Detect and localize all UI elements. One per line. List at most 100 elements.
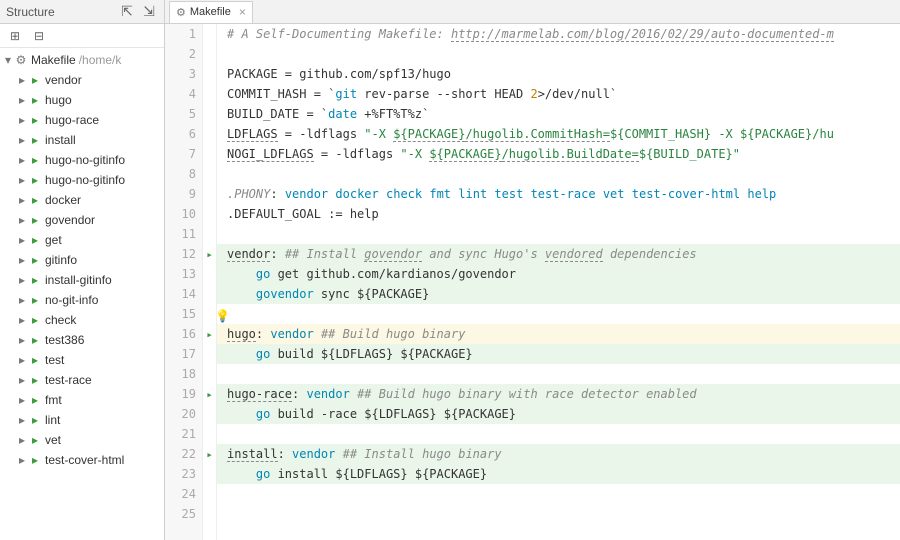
tree-item[interactable]: ▸▸vet bbox=[0, 430, 164, 450]
expand-all-icon[interactable]: ⊞ bbox=[4, 26, 26, 46]
chevron-right-icon[interactable]: ▸ bbox=[16, 253, 28, 267]
line-number: 12 bbox=[165, 244, 202, 264]
code-line[interactable]: 💡 bbox=[217, 304, 900, 324]
settings-icon[interactable]: ⇲ bbox=[140, 3, 158, 21]
code-line[interactable]: hugo-race: vendor ## Build hugo binary w… bbox=[217, 384, 900, 404]
code-line[interactable]: go build ${LDFLAGS} ${PACKAGE} bbox=[217, 344, 900, 364]
code-line[interactable]: install: vendor ## Install hugo binary bbox=[217, 444, 900, 464]
code-line[interactable]: govendor sync ${PACKAGE} bbox=[217, 284, 900, 304]
run-target-icon[interactable]: ▸ bbox=[203, 244, 216, 264]
chevron-down-icon[interactable]: ▾ bbox=[2, 53, 14, 67]
close-icon[interactable]: × bbox=[239, 5, 246, 19]
tree-item[interactable]: ▸▸hugo-race bbox=[0, 110, 164, 130]
tree-item[interactable]: ▸▸docker bbox=[0, 190, 164, 210]
tree-item-label: test bbox=[45, 353, 64, 367]
tree-item[interactable]: ▸▸check bbox=[0, 310, 164, 330]
code-line[interactable]: COMMIT_HASH = `git rev-parse --short HEA… bbox=[217, 84, 900, 104]
tree-item[interactable]: ▸▸test bbox=[0, 350, 164, 370]
chevron-right-icon[interactable]: ▸ bbox=[16, 393, 28, 407]
chevron-right-icon[interactable]: ▸ bbox=[16, 73, 28, 87]
chevron-right-icon[interactable]: ▸ bbox=[16, 313, 28, 327]
tree-item[interactable]: ▸▸gitinfo bbox=[0, 250, 164, 270]
run-target-icon[interactable]: ▸ bbox=[203, 384, 216, 404]
tree-item[interactable]: ▸▸test-cover-html bbox=[0, 450, 164, 470]
tree-item[interactable]: ▸▸hugo-no-gitinfo bbox=[0, 170, 164, 190]
code-line[interactable]: BUILD_DATE = `date +%FT%T%z` bbox=[217, 104, 900, 124]
chevron-right-icon[interactable]: ▸ bbox=[16, 153, 28, 167]
chevron-right-icon[interactable]: ▸ bbox=[16, 413, 28, 427]
code-line[interactable]: go get github.com/kardianos/govendor bbox=[217, 264, 900, 284]
tree-root[interactable]: ▾ ⚙ Makefile /home/k bbox=[0, 50, 164, 70]
gutter-spacer bbox=[203, 44, 216, 64]
tree-item[interactable]: ▸▸vendor bbox=[0, 70, 164, 90]
gutter-spacer bbox=[203, 344, 216, 364]
tree-item[interactable]: ▸▸test386 bbox=[0, 330, 164, 350]
collapse-icon[interactable]: ⇱ bbox=[118, 3, 136, 21]
target-icon: ▸ bbox=[28, 193, 42, 207]
structure-tree[interactable]: ▾ ⚙ Makefile /home/k ▸▸vendor▸▸hugo▸▸hug… bbox=[0, 48, 164, 540]
code-line[interactable] bbox=[217, 44, 900, 64]
code-line[interactable]: NOGI_LDFLAGS = -ldflags "-X ${PACKAGE}/h… bbox=[217, 144, 900, 164]
code-line[interactable] bbox=[217, 364, 900, 384]
chevron-right-icon[interactable]: ▸ bbox=[16, 293, 28, 307]
chevron-right-icon[interactable]: ▸ bbox=[16, 193, 28, 207]
collapse-all-icon[interactable]: ⊟ bbox=[28, 26, 50, 46]
code-line[interactable]: hugo: vendor ## Build hugo binary bbox=[217, 324, 900, 344]
code-area[interactable]: # A Self-Documenting Makefile: http://ma… bbox=[217, 24, 900, 540]
code-line[interactable]: .PHONY: vendor docker check fmt lint tes… bbox=[217, 184, 900, 204]
code-line[interactable]: vendor: ## Install govendor and sync Hug… bbox=[217, 244, 900, 264]
target-icon: ▸ bbox=[28, 433, 42, 447]
run-target-icon[interactable]: ▸ bbox=[203, 324, 216, 344]
tree-item[interactable]: ▸▸hugo bbox=[0, 90, 164, 110]
tree-item[interactable]: ▸▸hugo-no-gitinfo bbox=[0, 150, 164, 170]
code-editor[interactable]: 1234567891011121314151617181920212223242… bbox=[165, 24, 900, 540]
target-icon: ▸ bbox=[28, 233, 42, 247]
line-number: 10 bbox=[165, 204, 202, 224]
chevron-right-icon[interactable]: ▸ bbox=[16, 133, 28, 147]
tree-item[interactable]: ▸▸test-race bbox=[0, 370, 164, 390]
code-line[interactable]: go install ${LDFLAGS} ${PACKAGE} bbox=[217, 464, 900, 484]
editor-tab-bar: ⚙ Makefile × bbox=[165, 0, 900, 23]
code-line[interactable]: PACKAGE = github.com/spf13/hugo bbox=[217, 64, 900, 84]
chevron-right-icon[interactable]: ▸ bbox=[16, 273, 28, 287]
code-line[interactable]: # A Self-Documenting Makefile: http://ma… bbox=[217, 24, 900, 44]
tree-item[interactable]: ▸▸no-git-info bbox=[0, 290, 164, 310]
line-number: 9 bbox=[165, 184, 202, 204]
chevron-right-icon[interactable]: ▸ bbox=[16, 453, 28, 467]
code-line[interactable] bbox=[217, 424, 900, 444]
tree-item[interactable]: ▸▸lint bbox=[0, 410, 164, 430]
line-number: 20 bbox=[165, 404, 202, 424]
lightbulb-icon[interactable]: 💡 bbox=[217, 306, 230, 326]
tab-label: Makefile bbox=[190, 6, 231, 18]
chevron-right-icon[interactable]: ▸ bbox=[16, 373, 28, 387]
chevron-right-icon[interactable]: ▸ bbox=[16, 233, 28, 247]
code-line[interactable]: .DEFAULT_GOAL := help bbox=[217, 204, 900, 224]
code-line[interactable]: go build -race ${LDFLAGS} ${PACKAGE} bbox=[217, 404, 900, 424]
tree-item[interactable]: ▸▸fmt bbox=[0, 390, 164, 410]
gutter-spacer bbox=[203, 104, 216, 124]
tree-item-label: vendor bbox=[45, 73, 82, 87]
code-line[interactable] bbox=[217, 164, 900, 184]
tab-makefile[interactable]: ⚙ Makefile × bbox=[169, 1, 253, 23]
code-line[interactable] bbox=[217, 504, 900, 524]
tree-item[interactable]: ▸▸govendor bbox=[0, 210, 164, 230]
tree-item-label: no-git-info bbox=[45, 293, 98, 307]
chevron-right-icon[interactable]: ▸ bbox=[16, 213, 28, 227]
code-line[interactable] bbox=[217, 484, 900, 504]
chevron-right-icon[interactable]: ▸ bbox=[16, 113, 28, 127]
chevron-right-icon[interactable]: ▸ bbox=[16, 433, 28, 447]
code-line[interactable]: LDFLAGS = -ldflags "-X ${PACKAGE}/hugoli… bbox=[217, 124, 900, 144]
makefile-icon: ⚙ bbox=[14, 53, 28, 67]
target-icon: ▸ bbox=[28, 333, 42, 347]
chevron-right-icon[interactable]: ▸ bbox=[16, 333, 28, 347]
chevron-right-icon[interactable]: ▸ bbox=[16, 173, 28, 187]
chevron-right-icon[interactable]: ▸ bbox=[16, 93, 28, 107]
tree-item[interactable]: ▸▸get bbox=[0, 230, 164, 250]
run-target-icon[interactable]: ▸ bbox=[203, 444, 216, 464]
code-line[interactable] bbox=[217, 224, 900, 244]
tree-item[interactable]: ▸▸install bbox=[0, 130, 164, 150]
tree-item[interactable]: ▸▸install-gitinfo bbox=[0, 270, 164, 290]
tree-item-label: govendor bbox=[45, 213, 95, 227]
line-number: 16 bbox=[165, 324, 202, 344]
chevron-right-icon[interactable]: ▸ bbox=[16, 353, 28, 367]
